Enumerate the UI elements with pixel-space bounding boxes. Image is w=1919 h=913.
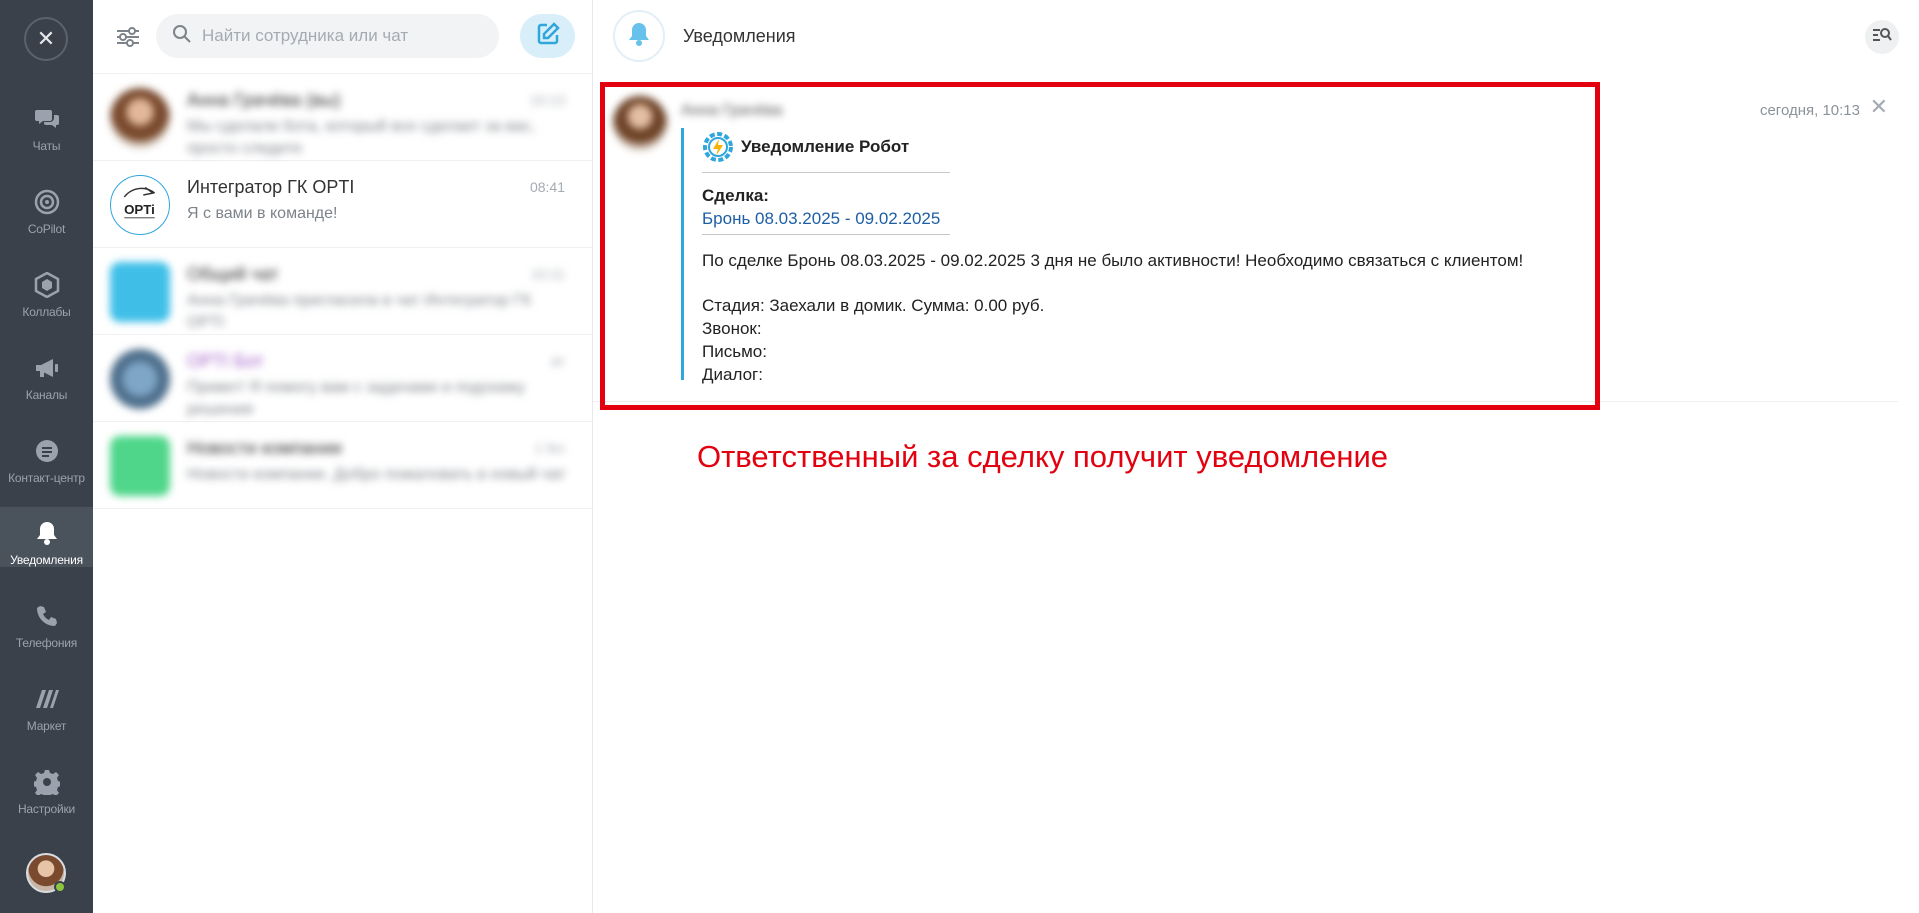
chat-time: 10:11: [531, 266, 565, 282]
page-title: Уведомления: [683, 26, 796, 46]
dismiss-notification-button[interactable]: ✕: [1870, 96, 1888, 118]
chat-preview: Новости компании. Добро пожаловать в нов…: [187, 466, 566, 483]
chat-preview: Я с вами в команде!: [187, 205, 338, 222]
chat-avatar: [110, 436, 170, 496]
chat-time: вт: [551, 353, 565, 369]
nav-label: Контакт-центр: [8, 471, 85, 485]
nav-label: Настройки: [17, 802, 76, 816]
nav-item-collabs[interactable]: Коллабы: [0, 259, 93, 319]
nav-item-notifications[interactable]: Уведомления: [0, 507, 93, 567]
close-button[interactable]: ✕: [24, 17, 68, 61]
chat-avatar: [110, 349, 170, 409]
nav-label: CoPilot: [27, 222, 66, 236]
copilot-icon: [33, 188, 61, 216]
market-icon: [33, 685, 61, 713]
search-history-button[interactable]: [1865, 20, 1899, 54]
sender-name: Анна Грачёва: [681, 102, 783, 119]
notification-time: сегодня, 10:13: [1759, 102, 1860, 119]
deal-call: Звонок:: [702, 319, 762, 338]
deal-link[interactable]: Бронь 08.03.2025 - 09.02.2025: [702, 209, 940, 229]
nav-label: Коллабы: [22, 305, 71, 319]
chat-avatar: [110, 262, 170, 322]
bot-name: Уведомление Робот: [741, 137, 910, 156]
nav-item-channels[interactable]: Каналы: [0, 342, 93, 402]
divider: [702, 234, 950, 235]
bell-icon: [33, 519, 61, 547]
chat-avatar: [110, 88, 170, 148]
search-input[interactable]: [202, 26, 472, 46]
megaphone-icon: [33, 354, 61, 382]
chat-time: 08:41: [529, 179, 565, 195]
compose-icon: [536, 21, 560, 51]
chat-bubbles-icon: [33, 105, 61, 133]
filter-sliders-icon[interactable]: [114, 23, 142, 51]
nav-label: Каналы: [25, 388, 68, 402]
header-bell-avatar: [613, 10, 665, 62]
chat-time: 10:13: [529, 92, 565, 108]
nav-item-copilot[interactable]: CoPilot: [0, 176, 93, 236]
search-icon: [172, 24, 192, 49]
chat-name: Новости компании: [187, 438, 342, 458]
robot-gear-icon: [702, 131, 734, 163]
user-avatar[interactable]: [26, 853, 66, 893]
chat-list-item[interactable]: Общий чат 10:11 Анна Грачёва пригласила …: [93, 248, 593, 335]
chat-name: Анна Грачёва (вы): [187, 90, 341, 110]
nav-item-chats[interactable]: Чаты: [0, 93, 93, 153]
chat-name: Интегратор ГК OPTI: [187, 177, 355, 197]
nav-label: Маркет: [26, 719, 67, 733]
close-icon: ✕: [36, 26, 56, 51]
gear-icon: [33, 768, 61, 796]
chat-name: OPTI Бот: [187, 351, 264, 371]
deal-dialog: Диалог:: [702, 365, 763, 384]
sender-avatar: [613, 96, 667, 150]
svg-text:OPTi: OPTi: [124, 202, 155, 217]
nav-label: Уведомления: [10, 553, 83, 567]
nav-item-contact-center[interactable]: Контакт-центр: [0, 425, 93, 485]
chat-list-item[interactable]: Анна Грачёва (вы) 10:13 Мы сделали бота,…: [93, 74, 593, 161]
notification-message: По сделке Бронь 08.03.2025 - 09.02.2025 …: [702, 251, 1524, 270]
chat-preview: Мы сделали бота, который все сделает за …: [187, 118, 536, 157]
hexagon-icon: [33, 271, 61, 299]
chat-preview: Анна Грачёва пригласила в чат Интегратор…: [187, 292, 532, 331]
search-box[interactable]: [156, 14, 499, 58]
close-icon: ✕: [1869, 94, 1888, 119]
chat-list-item[interactable]: OPTi Интегратор ГК OPTI 08:41 Я с вами в…: [93, 161, 593, 248]
bell-icon: [627, 21, 651, 52]
chat-list-item[interactable]: Новости компании 1 fev Новости компании.…: [93, 422, 593, 509]
chat-list-toolbar: [93, 0, 593, 74]
nav-item-settings[interactable]: Настройки: [0, 756, 93, 816]
bot-header: Уведомление Робот: [702, 128, 909, 166]
chat-list-pane: Анна Грачёва (вы) 10:13 Мы сделали бота,…: [93, 0, 593, 913]
nav-item-telephony[interactable]: Телефония: [0, 590, 93, 650]
nav-label: Чаты: [32, 139, 61, 153]
chat-time: 1 fev: [534, 440, 565, 456]
phone-icon: [33, 602, 61, 630]
notification-card: Уведомление Робот Сделка: Бронь 08.03.20…: [681, 128, 1581, 384]
online-status-indicator: [54, 881, 66, 893]
chat-preview: Привет! Я помогу вам с задачами и подска…: [187, 379, 525, 418]
new-chat-button[interactable]: [520, 14, 575, 58]
nav-label: Телефония: [15, 636, 78, 650]
chat-list-item[interactable]: OPTI Бот вт Привет! Я помогу вам с задач…: [93, 335, 593, 422]
chat-name: Общий чат: [187, 264, 279, 284]
nav-item-market[interactable]: Маркет: [0, 673, 93, 733]
deal-stage: Стадия: Заехали в домик. Сумма: 0.00 руб…: [702, 296, 1045, 315]
search-list-icon: [1871, 24, 1893, 51]
notification-item: Анна Грачёва сегодня, 10:13 ✕ Уведомлени…: [593, 82, 1898, 402]
annotation-caption: Ответственный за сделку получит уведомле…: [697, 439, 1389, 474]
divider: [702, 172, 950, 173]
left-nav: ✕ Чаты CoPilot Коллабы Каналы Контакт-це…: [0, 0, 93, 913]
contact-center-icon: [33, 437, 61, 465]
pane-header: Уведомления: [593, 0, 1919, 74]
opti-logo-avatar: OPTi: [110, 175, 170, 235]
deal-letter: Письмо:: [702, 342, 767, 361]
deal-label: Сделка:: [702, 186, 769, 205]
